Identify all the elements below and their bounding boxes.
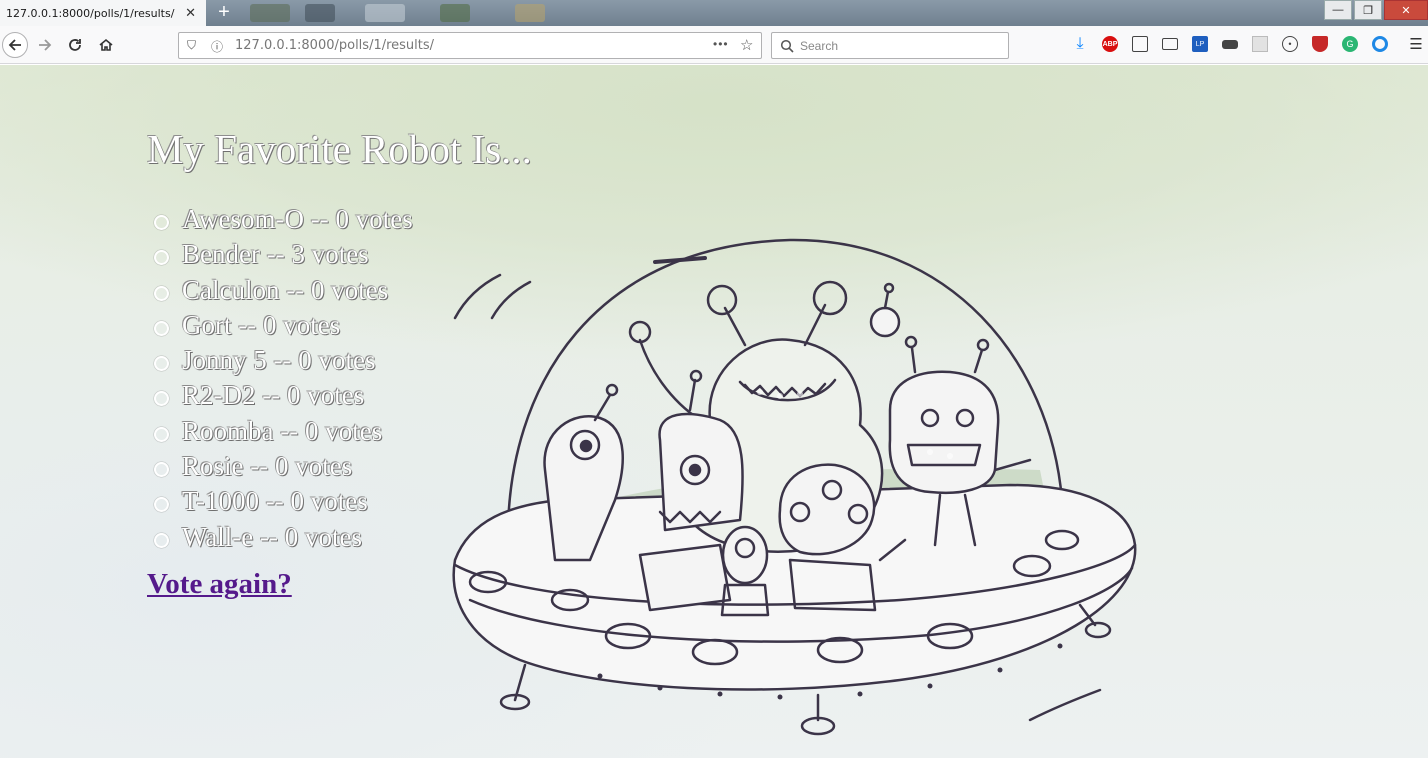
result-item: Jonny 5 -- 0 votes — [154, 343, 413, 378]
page-actions-icon[interactable]: ••• — [713, 37, 729, 51]
vote-again-link[interactable]: Vote again? — [147, 568, 292, 601]
adblock-icon[interactable]: ABP — [1102, 36, 1118, 52]
url-text[interactable]: 127.0.0.1:8000/polls/1/results/ — [235, 38, 434, 53]
window-controls: — ❐ ✕ — [1322, 0, 1428, 26]
tab-title: 127.0.0.1:8000/polls/1/results/ — [6, 6, 175, 20]
result-item: R2-D2 -- 0 votes — [154, 378, 413, 413]
result-item: Wall-e -- 0 votes — [154, 520, 413, 555]
back-button[interactable] — [2, 32, 28, 58]
background-window-thumb — [515, 4, 545, 22]
search-icon — [780, 39, 794, 53]
reload-icon — [69, 39, 81, 51]
results-list: Awesom-O -- 0 votes Bender -- 3 votes Ca… — [154, 202, 413, 555]
maximize-button[interactable]: ❐ — [1354, 0, 1382, 20]
forward-button[interactable] — [32, 32, 58, 58]
background-window-thumb — [250, 4, 290, 22]
address-bar[interactable]: ⛉ ⓘ 127.0.0.1:8000/polls/1/results/ ••• … — [178, 32, 762, 59]
grammarly-icon[interactable]: G — [1342, 36, 1358, 52]
extension-icon[interactable]: LP — [1192, 36, 1208, 52]
result-item: T-1000 -- 0 votes — [154, 484, 413, 519]
info-icon[interactable]: ⓘ — [211, 38, 223, 55]
new-tab-button[interactable]: + — [212, 0, 236, 26]
menu-icon[interactable]: ☰ — [1408, 36, 1424, 53]
arrow-left-icon — [8, 39, 21, 51]
result-item: Roomba -- 0 votes — [154, 414, 413, 449]
tab-close-icon[interactable]: ✕ — [185, 5, 196, 21]
search-bar[interactable]: Search — [771, 32, 1009, 59]
result-item: Bender -- 3 votes — [154, 237, 413, 272]
tab-strip: 127.0.0.1:8000/polls/1/results/ ✕ + — ❐ … — [0, 0, 1428, 26]
page-content: My Favorite Robot Is... Awesom-O -- 0 vo… — [0, 65, 1428, 758]
page-title: My Favorite Robot Is... — [147, 126, 532, 172]
download-icon[interactable]: ⤓ — [1072, 35, 1088, 52]
shield-icon[interactable]: ⛉ — [187, 38, 196, 53]
reader-view-icon[interactable] — [1132, 36, 1148, 52]
active-tab[interactable]: 127.0.0.1:8000/polls/1/results/ ✕ — [0, 0, 206, 26]
bookmark-star-icon[interactable]: ☆ — [740, 36, 753, 54]
arrow-right-icon — [39, 39, 52, 51]
extension-icon[interactable] — [1372, 36, 1388, 52]
sidebar-icon[interactable] — [1162, 38, 1178, 50]
shield-extension-icon[interactable] — [1312, 36, 1328, 52]
reload-button[interactable] — [62, 32, 88, 58]
mask-icon[interactable] — [1222, 40, 1238, 49]
account-icon[interactable]: • — [1282, 36, 1298, 52]
background-window-thumb — [440, 4, 470, 22]
result-item: Gort -- 0 votes — [154, 308, 413, 343]
background-window-thumb — [305, 4, 335, 22]
close-window-button[interactable]: ✕ — [1384, 0, 1428, 20]
extension-icon[interactable] — [1252, 36, 1268, 52]
minimize-button[interactable]: — — [1324, 0, 1352, 20]
home-button[interactable] — [93, 32, 119, 58]
navigation-toolbar: ⛉ ⓘ 127.0.0.1:8000/polls/1/results/ ••• … — [0, 26, 1428, 64]
result-item: Awesom-O -- 0 votes — [154, 202, 413, 237]
home-icon — [99, 38, 113, 51]
background-window-thumb — [365, 4, 405, 22]
result-item: Calculon -- 0 votes — [154, 273, 413, 308]
search-input[interactable]: Search — [800, 39, 838, 53]
result-item: Rosie -- 0 votes — [154, 449, 413, 484]
